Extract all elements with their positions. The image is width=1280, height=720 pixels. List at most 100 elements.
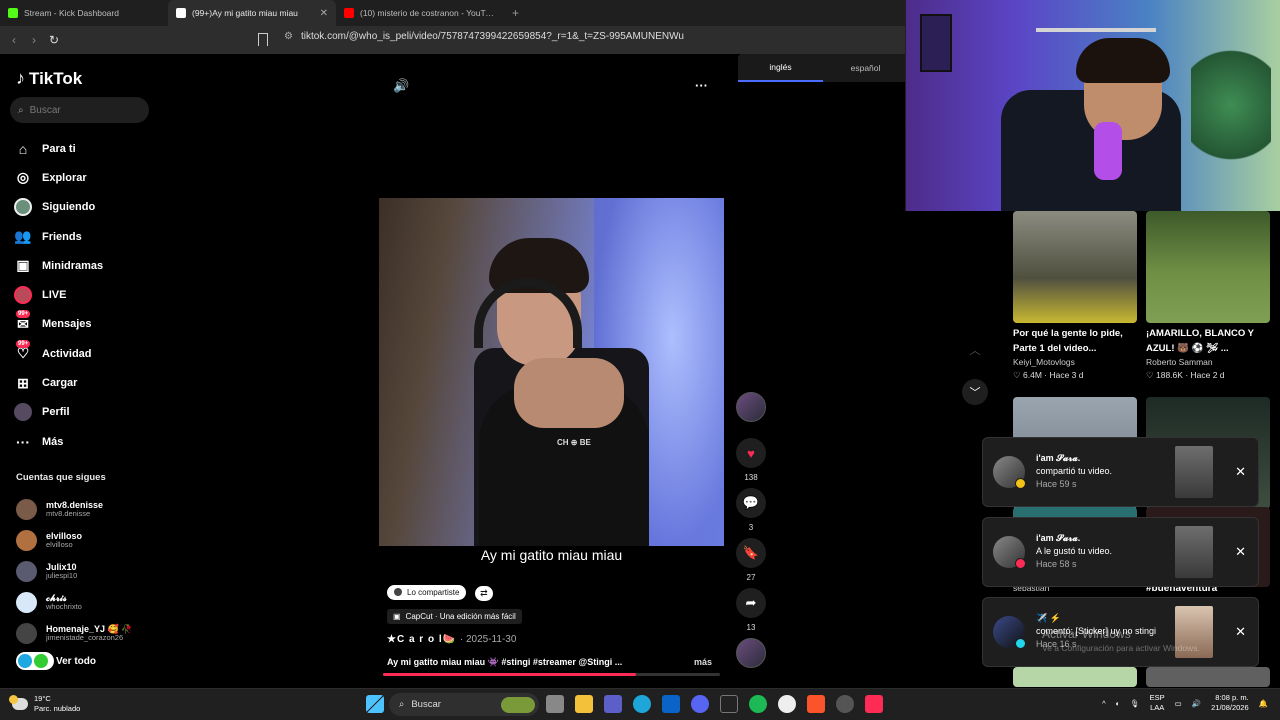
list-item[interactable]: 𝓬𝓱𝓻𝓲𝓼 whochrixto	[16, 587, 156, 618]
discord-icon[interactable]	[691, 695, 709, 713]
volume-icon[interactable]: 🔊	[1192, 699, 1201, 708]
video-card[interactable]: Por qué la gente lo pide, Parte 1 del vi…	[1013, 211, 1137, 381]
comment-count: 3	[748, 523, 754, 532]
display-icon[interactable]: ▭	[1175, 699, 1182, 708]
heart-icon: ♡	[1146, 370, 1154, 381]
account-handle: jimenistade_corazon26	[46, 633, 124, 643]
forward-icon[interactable]: ›	[24, 33, 44, 47]
capcut-link[interactable]: ▣ CapCut · Una edición más fácil	[387, 609, 522, 624]
more-link[interactable]: más	[694, 657, 712, 668]
edge-icon[interactable]	[633, 695, 651, 713]
account-handle: whochrixto	[46, 602, 82, 612]
search-input[interactable]: ⌕ Buscar	[10, 97, 149, 123]
nav-para-ti[interactable]: ⌂ Para ti	[14, 134, 154, 163]
notification-bell-icon[interactable]: 🔔	[1259, 699, 1268, 708]
nav-explorar[interactable]: ◎ Explorar	[14, 163, 154, 192]
tiktok-favicon-icon	[176, 8, 186, 18]
chevron-up-icon[interactable]: ^	[1102, 699, 1106, 708]
author-line[interactable]: ★C a r o l🍉 · 2025-11-30	[387, 634, 727, 645]
close-tab-icon[interactable]: ✕	[320, 8, 328, 19]
spotify-icon[interactable]	[749, 695, 767, 713]
brave-icon[interactable]	[807, 695, 825, 713]
tiktok-app-icon[interactable]	[865, 695, 883, 713]
task-view-icon[interactable]	[546, 695, 564, 713]
weather-widget[interactable]: 19°C Parc. nublado	[9, 694, 80, 714]
file-explorer-icon[interactable]	[575, 695, 593, 713]
nav-friends[interactable]: 👥 Friends	[14, 222, 154, 251]
comment-button[interactable]: 💬 3	[734, 488, 768, 532]
close-icon[interactable]: ✕	[1235, 544, 1246, 560]
tab-youtube[interactable]: (10) misterio de costranon - YouTube	[336, 0, 504, 26]
film-icon: ▣	[16, 257, 30, 274]
video-description: Ay mi gatito miau miau 👾 #stingi #stream…	[387, 657, 712, 668]
close-icon[interactable]: ✕	[1235, 464, 1246, 480]
lang-option-spanish[interactable]: español	[823, 54, 908, 82]
heart-icon: ♡	[1013, 370, 1021, 381]
nav-cargar[interactable]: ⊞ Cargar	[14, 368, 154, 397]
video-thumbnail	[1013, 211, 1137, 323]
chevron-up-icon[interactable]: ︿	[962, 337, 988, 363]
tab-tiktok[interactable]: (99+)Ay mi gatito miau miau ✕	[168, 0, 336, 26]
bookmark-icon[interactable]	[258, 33, 268, 46]
new-tab-icon[interactable]: +	[504, 0, 527, 26]
notification-toast[interactable]: i'am 𝓢𝓪𝓻𝓪. A le gustó tu video. Hace 58 …	[982, 517, 1259, 587]
taskbar-search[interactable]: ⌕ Buscar	[389, 693, 539, 716]
shared-pill[interactable]: Lo compartiste	[387, 584, 467, 600]
more-options-icon[interactable]: ···	[695, 78, 708, 93]
video-progress-bar[interactable]	[383, 673, 720, 676]
nav-mas[interactable]: ··· Más	[14, 427, 154, 456]
lang-primary: ESP	[1149, 693, 1165, 702]
tab-title: (99+)Ay mi gatito miau miau	[192, 8, 298, 18]
nav-perfil[interactable]: Perfil	[14, 398, 154, 427]
chevron-down-icon[interactable]: ﹀	[962, 379, 988, 405]
mic-icon[interactable]: 🎙	[1130, 699, 1140, 708]
nav-siguiendo[interactable]: Siguiendo	[14, 193, 154, 222]
like-button[interactable]: ♥ 138	[734, 438, 768, 482]
activation-watermark: Activar Windows	[1042, 627, 1131, 641]
network-icon[interactable]: ◐	[1116, 699, 1121, 708]
chrome-icon[interactable]	[836, 695, 854, 713]
tab-kick[interactable]: Stream - Kick Dashboard	[0, 0, 168, 26]
reload-icon[interactable]: ↻	[44, 33, 64, 47]
back-icon[interactable]: ‹	[4, 33, 24, 47]
nav-live[interactable]: LIVE	[14, 280, 154, 309]
nav-minidramas[interactable]: ▣ Minidramas	[14, 251, 154, 280]
list-item[interactable]: elvilloso elvilloso	[16, 525, 156, 556]
lang-option-english[interactable]: inglés	[738, 54, 823, 82]
save-button[interactable]: 🔖 27	[734, 538, 768, 582]
see-all-button[interactable]: Ver todo	[16, 652, 96, 670]
notification-thumbnail	[1175, 446, 1213, 498]
site-info-icon[interactable]: ⚙	[284, 31, 293, 42]
repost-icon[interactable]: ⇄	[474, 586, 493, 601]
list-item[interactable]: Homenaje_YJ 🥰 🥀 jimenistade_corazon26	[16, 618, 156, 649]
url-field[interactable]: ⚙ tiktok.com/@who_is_peli/video/75787473…	[284, 31, 684, 42]
notification-toast[interactable]: i'am 𝓢𝓪𝓻𝓪. compartió tu video. Hace 59 s…	[982, 437, 1259, 507]
card-time: Hace 2 d	[1190, 370, 1225, 381]
unread-badge: 99+	[16, 310, 31, 319]
notification-name: i'am 𝓢𝓪𝓻𝓪.	[1036, 453, 1081, 463]
clock-time: 8:08 p. m.	[1215, 693, 1249, 702]
avatar	[16, 592, 37, 613]
nav-mensajes[interactable]: ✉ 99+ Mensajes	[14, 310, 154, 339]
list-item[interactable]: Julix10 juliespi10	[16, 556, 156, 587]
clock[interactable]: 8:08 p. m. 21/08/2026	[1211, 693, 1249, 713]
video-card[interactable]	[1013, 667, 1137, 687]
streamlabs-icon[interactable]	[720, 695, 738, 713]
share-button[interactable]: ➦ 13	[734, 588, 768, 632]
language-indicator[interactable]: ESP LAA	[1150, 693, 1165, 713]
close-icon[interactable]: ✕	[1235, 624, 1246, 640]
sound-button[interactable]	[734, 638, 768, 668]
description-text: Ay mi gatito miau miau 👾 #stingi #stream…	[387, 657, 623, 667]
teams-icon[interactable]	[604, 695, 622, 713]
outlook-icon[interactable]	[662, 695, 680, 713]
nav-actividad[interactable]: ♡ 99+ Actividad	[14, 339, 154, 368]
obs-icon[interactable]	[778, 695, 796, 713]
volume-icon[interactable]: 🔊	[393, 78, 409, 94]
video-card[interactable]: ¡AMARILLO, BLANCO Y AZUL! 🐻 ⚽ 🛩 ... Robe…	[1146, 211, 1270, 381]
windows-start-icon[interactable]	[366, 695, 384, 713]
video-card[interactable]	[1146, 667, 1270, 687]
tiktok-logo[interactable]: ♪ TikTok	[16, 68, 82, 89]
video-player[interactable]: CH ⊕ BE	[379, 198, 724, 546]
creator-avatar-button[interactable]	[734, 392, 768, 422]
list-item[interactable]: mtv8.denisse mtv8.denisse	[16, 494, 156, 525]
